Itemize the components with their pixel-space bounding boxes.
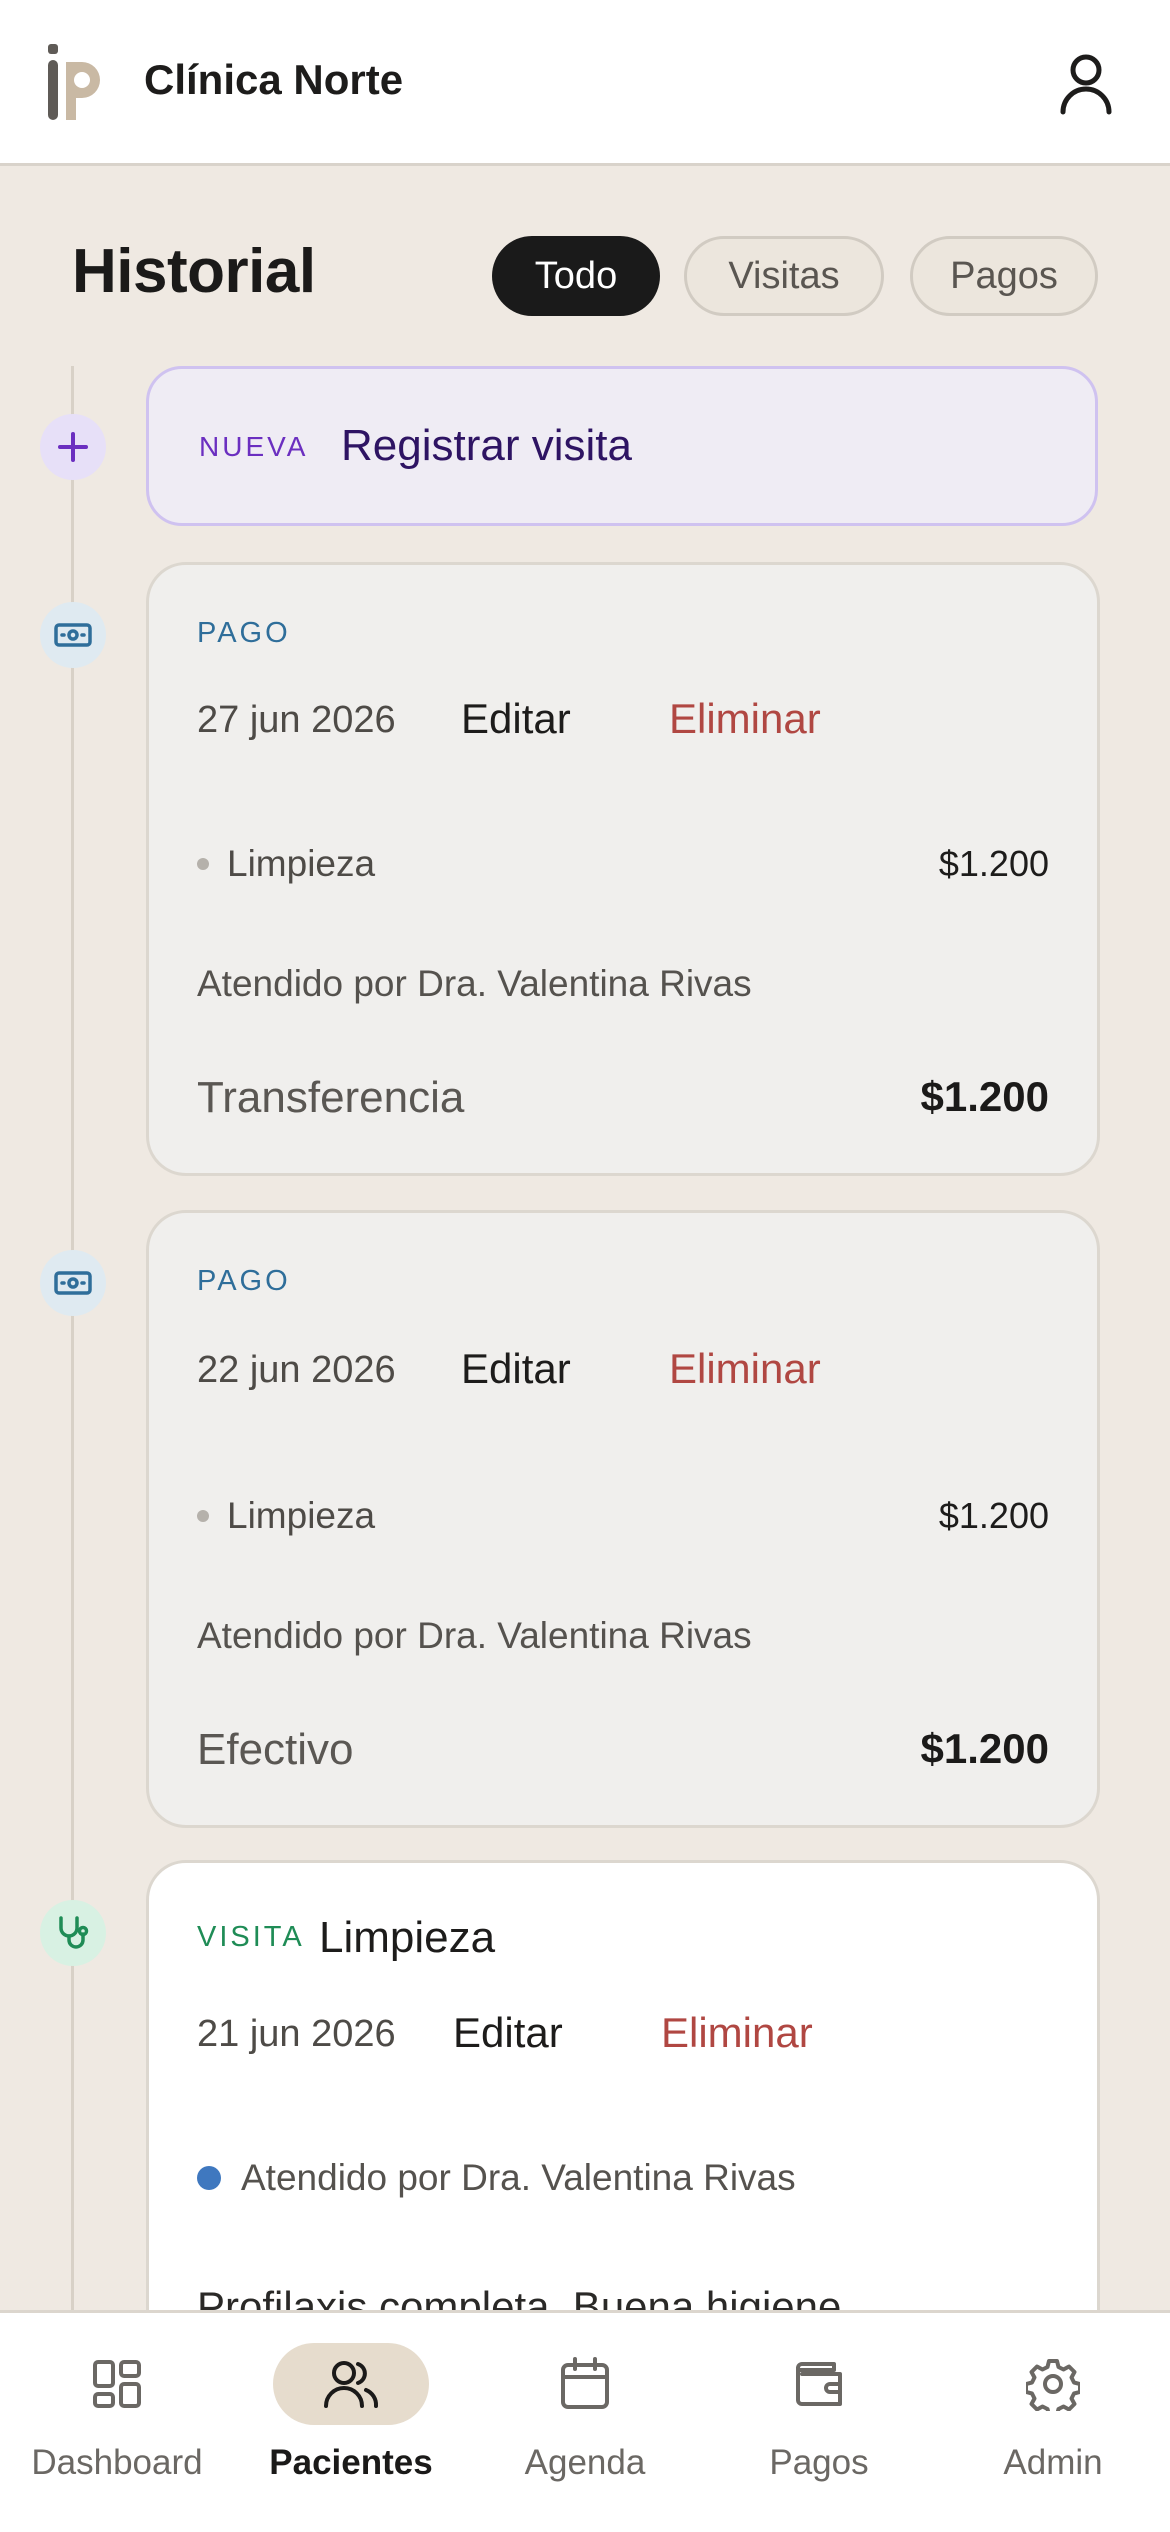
bottom-navigation: Dashboard Pacientes Agenda Pagos Admin: [0, 2310, 1170, 2532]
nav-label: Agenda: [524, 2443, 646, 2482]
attended-line: Atendido por Dra. Valentina Rivas: [197, 2157, 796, 2199]
payment-tag: PAGO: [197, 617, 291, 649]
edit-button[interactable]: Editar: [453, 2009, 563, 2057]
money-icon: [40, 1250, 106, 1316]
attended-by: Atendido por Dra. Valentina Rivas: [241, 2157, 796, 2198]
payment-total: $1.200: [920, 1073, 1049, 1120]
nav-dashboard-icon-wrap: [39, 2343, 195, 2425]
page-title: Historial: [72, 237, 316, 306]
entry-date: 27 jun 2026: [197, 699, 396, 741]
service-amount: $1.200: [938, 843, 1049, 884]
payment-method: Efectivo: [197, 1725, 354, 1774]
edit-button[interactable]: Editar: [461, 695, 571, 743]
edit-button[interactable]: Editar: [461, 1345, 571, 1393]
nav-admin-icon-wrap: [975, 2343, 1131, 2425]
entry-date: 21 jun 2026: [197, 2013, 396, 2055]
payment-method: Transferencia: [197, 1073, 465, 1122]
bullet-dot: [197, 1510, 209, 1522]
entry-date: 22 jun 2026: [197, 1349, 396, 1391]
clinic-name: Clínica Norte: [144, 56, 404, 103]
nav-label: Admin: [1003, 2443, 1103, 2482]
visit-tag: VISITA: [197, 1921, 305, 1953]
stethoscope-icon: [40, 1900, 106, 1966]
gear-icon: [1026, 2359, 1080, 2411]
payment-card: PAGO 27 jun 2026 Editar Eliminar Limpiez…: [146, 562, 1100, 1176]
nav-pacientes[interactable]: Pacientes: [234, 2343, 468, 2513]
delete-button[interactable]: Eliminar: [669, 1345, 821, 1393]
nav-label: Pacientes: [269, 2443, 433, 2482]
nav-pacientes-icon-wrap: [273, 2343, 429, 2425]
nav-dashboard[interactable]: Dashboard: [0, 2343, 234, 2513]
nav-label: Pagos: [769, 2443, 869, 2482]
nav-agenda-icon-wrap: [507, 2343, 663, 2425]
plus-icon[interactable]: [40, 414, 106, 480]
ip-logo: [48, 44, 100, 120]
users-icon: [324, 2361, 379, 2408]
filter-visitas[interactable]: Visitas: [684, 236, 884, 316]
service-name: Limpieza: [227, 843, 376, 884]
calendar-icon: [561, 2357, 609, 2409]
nav-pagos-icon-wrap: [741, 2343, 897, 2425]
attended-by: Atendido por Dra. Valentina Rivas: [197, 963, 752, 1004]
service-line: Limpieza: [197, 843, 375, 885]
nav-admin[interactable]: Admin: [936, 2343, 1170, 2513]
service-name: Limpieza: [227, 1495, 376, 1536]
visit-card: VISITA Limpieza 21 jun 2026 Editar Elimi…: [146, 1860, 1100, 2380]
register-visit-button[interactable]: NUEVA Registrar visita: [146, 366, 1098, 526]
user-icon[interactable]: [1056, 52, 1116, 116]
doctor-dot: [197, 2166, 221, 2190]
payment-total: $1.200: [920, 1725, 1049, 1772]
payment-card: PAGO 22 jun 2026 Editar Eliminar Limpiez…: [146, 1210, 1100, 1828]
dashboard-icon: [93, 2360, 141, 2408]
attended-by: Atendido por Dra. Valentina Rivas: [197, 1615, 752, 1656]
wallet-icon: [796, 2362, 842, 2406]
visit-title: Limpieza: [319, 1913, 496, 1962]
service-line: Limpieza: [197, 1495, 375, 1537]
nav-pagos[interactable]: Pagos: [702, 2343, 936, 2513]
app-header: Clínica Norte: [0, 0, 1170, 166]
bullet-dot: [197, 858, 209, 870]
payment-tag: PAGO: [197, 1265, 291, 1297]
register-visit-label: Registrar visita: [341, 421, 632, 470]
service-amount: $1.200: [938, 1495, 1049, 1536]
new-tag: NUEVA: [199, 431, 309, 462]
nav-label: Dashboard: [31, 2443, 203, 2482]
delete-button[interactable]: Eliminar: [669, 695, 821, 743]
filter-todo[interactable]: Todo: [492, 236, 660, 316]
delete-button[interactable]: Eliminar: [661, 2009, 813, 2057]
nav-agenda[interactable]: Agenda: [468, 2343, 702, 2513]
money-icon: [40, 602, 106, 668]
filter-pagos[interactable]: Pagos: [910, 236, 1098, 316]
